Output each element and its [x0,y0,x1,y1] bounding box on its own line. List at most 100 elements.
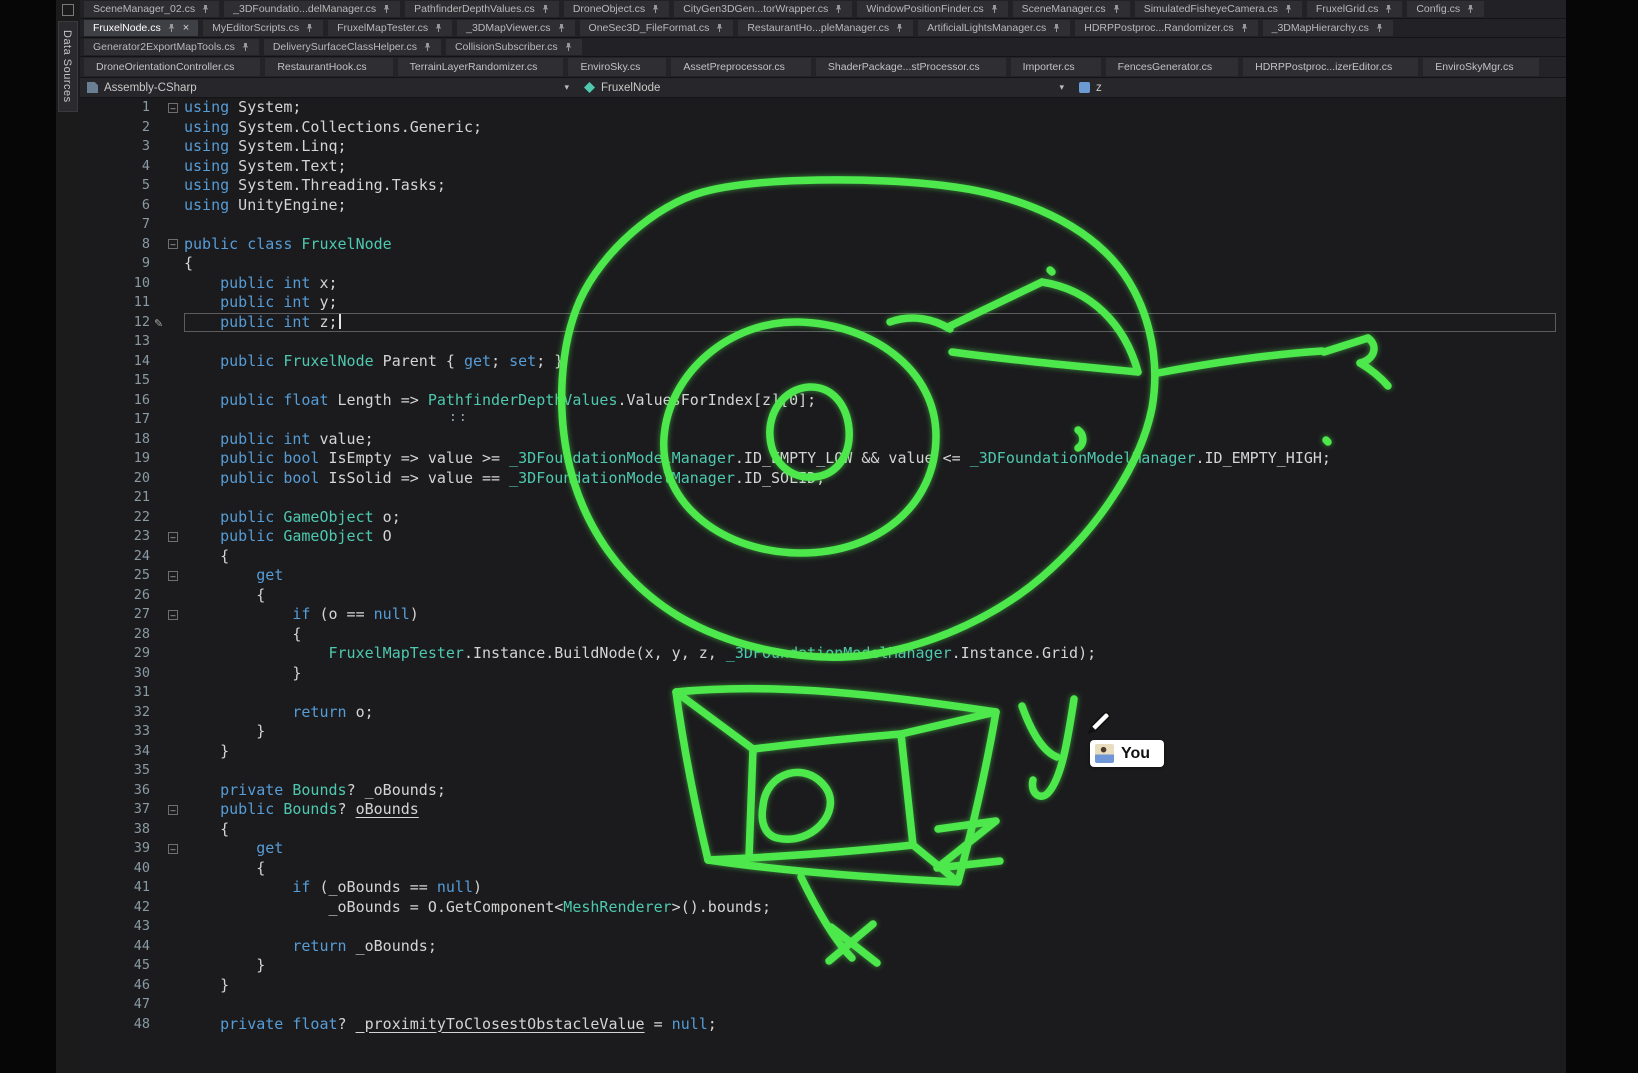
tab-_3DMapViewer.cs[interactable]: _3DMapViewer.cs [457,20,574,36]
code-line-2[interactable]: 2using System.Collections.Generic; [80,118,1566,138]
pin-icon[interactable] [895,23,904,33]
collapse-icon[interactable]: – [168,239,178,249]
tab-Config.cs[interactable]: Config.cs [1407,1,1484,17]
collapse-icon[interactable]: – [168,103,178,113]
code-line-36[interactable]: 36 private Bounds? _oBounds; [80,781,1566,801]
code-line-17[interactable]: 17 [80,410,1566,430]
code-line-31[interactable]: 31 [80,683,1566,703]
collapse-icon[interactable]: – [168,571,178,581]
tab-DeliverySurfaceClassHelper.cs[interactable]: DeliverySurfaceClassHelper.cs [264,39,441,55]
collapse-icon[interactable]: – [168,844,178,854]
code-line-44[interactable]: 44 return _oBounds; [80,937,1566,957]
code-line-29[interactable]: 29 FruxelMapTester.Instance.BuildNode(x,… [80,644,1566,664]
code-line-47[interactable]: 47 [80,995,1566,1015]
tab-HDRPPostproc...Randomizer.cs[interactable]: HDRPPostproc...Randomizer.cs [1075,20,1257,36]
code-line-26[interactable]: 26 { [80,586,1566,606]
code-line-6[interactable]: 6using UnityEngine; [80,196,1566,216]
code-line-19[interactable]: 19 public bool IsEmpty => value >= _3DFo… [80,449,1566,469]
tab-AssetPreprocessor.cs[interactable]: AssetPreprocessor.cs [671,58,811,76]
pin-icon[interactable] [305,23,314,33]
code-line-10[interactable]: 10 public int x; [80,274,1566,294]
tab-SceneManager_02.cs[interactable]: SceneManager_02.cs [84,1,219,17]
code-line-15[interactable]: 15 [80,371,1566,391]
code-line-32[interactable]: 32 return o; [80,703,1566,723]
code-line-34[interactable]: 34 } [80,742,1566,762]
collapse-icon[interactable]: – [168,805,178,815]
code-line-23[interactable]: 23– public GameObject O [80,527,1566,547]
code-line-18[interactable]: 18 public int value; [80,430,1566,450]
tab-ShaderPackage...stProcessor.cs[interactable]: ShaderPackage...stProcessor.cs [816,58,1006,76]
tab-FruxelNode.cs[interactable]: FruxelNode.cs× [84,20,198,36]
code-line-41[interactable]: 41 if (_oBounds == null) [80,878,1566,898]
code-line-5[interactable]: 5using System.Threading.Tasks; [80,176,1566,196]
pin-icon[interactable] [564,42,573,52]
tab-HDRPPostproc...izerEditor.cs[interactable]: HDRPPostproc...izerEditor.cs [1243,58,1418,76]
close-icon[interactable]: × [183,22,189,34]
code-line-9[interactable]: 9{ [80,254,1566,274]
tab-FruxelMapTester.cs[interactable]: FruxelMapTester.cs [328,20,452,36]
tab-SceneManager.cs[interactable]: SceneManager.cs [1013,1,1130,17]
pin-icon[interactable] [651,4,660,14]
pin-icon[interactable] [1284,4,1293,14]
tab-DroneObject.cs[interactable]: DroneObject.cs [564,1,669,17]
pin-icon[interactable] [382,4,391,14]
code-line-38[interactable]: 38 { [80,820,1566,840]
code-line-25[interactable]: 25– get [80,566,1566,586]
tab-WindowPositionFinder.cs[interactable]: WindowPositionFinder.cs [857,1,1007,17]
tab-_3DMapHierarchy.cs[interactable]: _3DMapHierarchy.cs [1263,20,1393,36]
tab-SimulatedFisheyeCamera.cs[interactable]: SimulatedFisheyeCamera.cs [1135,1,1302,17]
pin-icon[interactable] [1052,23,1061,33]
chevron-down-icon[interactable]: ▾ [564,82,569,93]
code-line-1[interactable]: 1–using System; [80,98,1566,118]
tab-EnviroSky.cs[interactable]: EnviroSky.cs [568,58,666,76]
tab-EnviroSkyMgr.cs[interactable]: EnviroSkyMgr.cs [1423,58,1539,76]
tab-CollisionSubscriber.cs[interactable]: CollisionSubscriber.cs [446,39,582,55]
code-line-40[interactable]: 40 { [80,859,1566,879]
code-line-28[interactable]: 28 { [80,625,1566,645]
type-dropdown[interactable]: FruxelNode ▾ [577,78,1072,97]
pin-icon[interactable] [1375,23,1384,33]
code-line-24[interactable]: 24 { [80,547,1566,567]
pin-icon[interactable] [715,23,724,33]
tab-FencesGenerator.cs[interactable]: FencesGenerator.cs [1106,58,1239,76]
pin-icon[interactable] [167,23,176,33]
tab-ArtificialLightsManager.cs[interactable]: ArtificialLightsManager.cs [918,20,1070,36]
tab-RestaurantHook.cs[interactable]: RestaurantHook.cs [265,58,392,76]
pin-icon[interactable] [1240,23,1249,33]
code-line-46[interactable]: 46 } [80,976,1566,996]
code-line-8[interactable]: 8–public class FruxelNode [80,235,1566,255]
code-line-3[interactable]: 3using System.Linq; [80,137,1566,157]
code-line-11[interactable]: 11 public int y; [80,293,1566,313]
tab-MyEditorScripts.cs[interactable]: MyEditorScripts.cs [203,20,323,36]
pin-icon[interactable] [557,23,566,33]
pin-icon[interactable] [834,4,843,14]
tab-Generator2ExportMapTools.cs[interactable]: Generator2ExportMapTools.cs [84,39,259,55]
pin-icon[interactable] [541,4,550,14]
data-sources-tab[interactable]: Data Sources [58,21,78,112]
pin-icon[interactable] [241,42,250,52]
code-line-45[interactable]: 45 } [80,956,1566,976]
code-line-43[interactable]: 43 [80,917,1566,937]
code-line-22[interactable]: 22 public GameObject o; [80,508,1566,528]
code-line-4[interactable]: 4using System.Text; [80,157,1566,177]
code-line-13[interactable]: 13 [80,332,1566,352]
tab-PathfinderDepthValues.cs[interactable]: PathfinderDepthValues.cs [405,1,559,17]
code-line-14[interactable]: 14 public FruxelNode Parent { get; set; … [80,352,1566,372]
tab-Importer.cs[interactable]: Importer.cs [1011,58,1101,76]
tab-CityGen3DGen...torWrapper.cs[interactable]: CityGen3DGen...torWrapper.cs [674,1,852,17]
pin-icon[interactable] [1384,4,1393,14]
project-dropdown[interactable]: Assembly-CSharp ▾ [80,78,577,97]
code-line-42[interactable]: 42 _oBounds = O.GetComponent<MeshRendere… [80,898,1566,918]
member-dropdown[interactable]: z [1072,78,1566,97]
pin-icon[interactable] [201,4,210,14]
code-line-7[interactable]: 7 [80,215,1566,235]
tab-TerrainLayerRandomizer.cs[interactable]: TerrainLayerRandomizer.cs [398,58,564,76]
code-line-20[interactable]: 20 public bool IsSolid => value == _3DFo… [80,469,1566,489]
code-line-16[interactable]: 16 public float Length => PathfinderDept… [80,391,1566,411]
tab-OneSec3D_FileFormat.cs[interactable]: OneSec3D_FileFormat.cs [580,20,734,36]
pin-icon[interactable] [1466,4,1475,14]
tab-_3DFoundatio...delManager.cs[interactable]: _3DFoundatio...delManager.cs [224,1,400,17]
pin-icon[interactable] [1112,4,1121,14]
code-line-39[interactable]: 39– get [80,839,1566,859]
code-line-21[interactable]: 21 [80,488,1566,508]
